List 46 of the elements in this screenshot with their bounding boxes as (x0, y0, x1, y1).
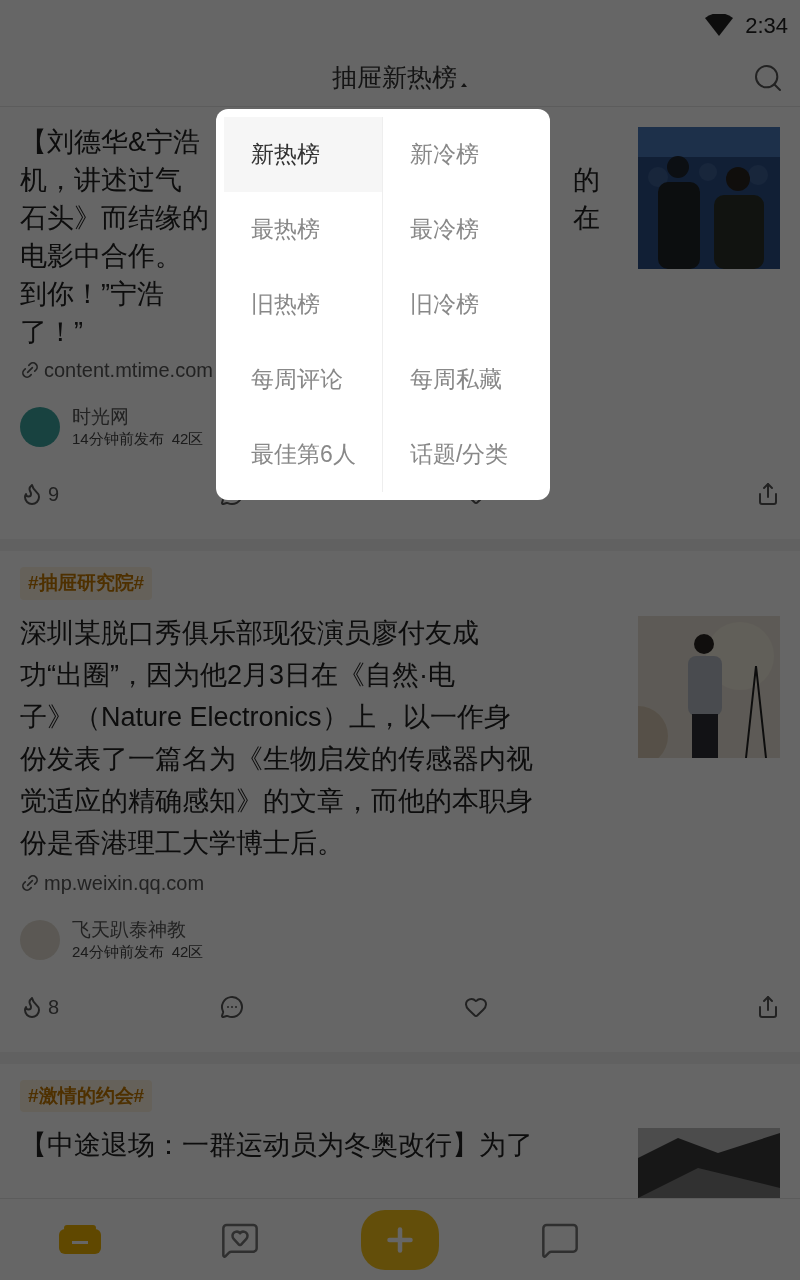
post-text: 到你！”宁浩 (20, 278, 164, 311)
post-text: 深圳某脱口秀俱乐部现役演员廖付友成 (20, 616, 479, 650)
share-icon[interactable] (756, 482, 780, 506)
zone-label: 42区 (171, 429, 204, 449)
author-name[interactable]: 飞天趴泰神教 (72, 917, 204, 942)
tray-icon (58, 1224, 102, 1255)
post-text: 份是香港理工大学博士后。 (20, 826, 344, 860)
menu-item[interactable]: 每周私藏 (383, 342, 542, 417)
menu-item[interactable]: 旧冷榜 (383, 267, 542, 342)
topic-tag[interactable]: #抽屉研究院# (20, 567, 153, 600)
post-text: 了！” (20, 316, 83, 349)
menu-item[interactable]: 话题/分类 (383, 417, 542, 492)
wifi-icon (705, 14, 734, 36)
post-time: 14分钟前发布 (72, 429, 164, 449)
menu-item[interactable]: 新热榜 (224, 117, 383, 192)
menu-item[interactable]: 最佳第6人 (224, 417, 383, 492)
menu-item[interactable]: 最冷榜 (383, 192, 542, 267)
menu-item[interactable]: 新冷榜 (383, 117, 542, 192)
post-text: 的 (573, 164, 600, 197)
menu-item[interactable]: 每周评论 (224, 342, 383, 417)
post-text: 电影中合作。 (20, 240, 182, 273)
source-link[interactable]: mp.weixin.qq.com (44, 867, 205, 898)
comment-icon[interactable] (220, 994, 244, 1019)
menu-item[interactable]: 旧热榜 (224, 267, 383, 342)
menu-item[interactable]: 最热榜 (224, 192, 383, 267)
source-link[interactable]: content.mtime.com (44, 355, 213, 385)
post-text: 【刘德华&宁浩 (20, 126, 200, 159)
like-count: 9 (48, 482, 60, 507)
post-text: 功“出圈”，因为他2月3日在《自然·电 (20, 658, 455, 692)
status-time: 2:34 (745, 11, 788, 40)
share-icon[interactable] (756, 994, 780, 1019)
avatar[interactable] (20, 407, 60, 447)
post-text: 石头》而结缘的 (20, 202, 209, 235)
like-count: 8 (48, 994, 60, 1020)
post-text: 子》（Nature Electronics）上，以一作身 (20, 700, 511, 734)
post-text: 【中途退场：一群运动员为冬奥改行】为了 (20, 1129, 533, 1162)
search-icon[interactable] (752, 62, 784, 94)
feed-selector[interactable]: 抽屉新热榜 (331, 59, 469, 97)
post-text: 觉适应的精确感知》的文章，而他的本职身 (20, 784, 533, 818)
post-text: 机，讲述过气 (20, 164, 182, 197)
zone-label: 42区 (171, 941, 204, 962)
topic-tag[interactable]: #激情的约会# (20, 1079, 153, 1112)
post-text: 在 (573, 202, 600, 235)
author-name[interactable]: 时光网 (72, 405, 204, 429)
post-time: 24分钟前发布 (72, 941, 164, 962)
post-text: 份发表了一篇名为《生物启发的传感器内视 (20, 742, 533, 776)
